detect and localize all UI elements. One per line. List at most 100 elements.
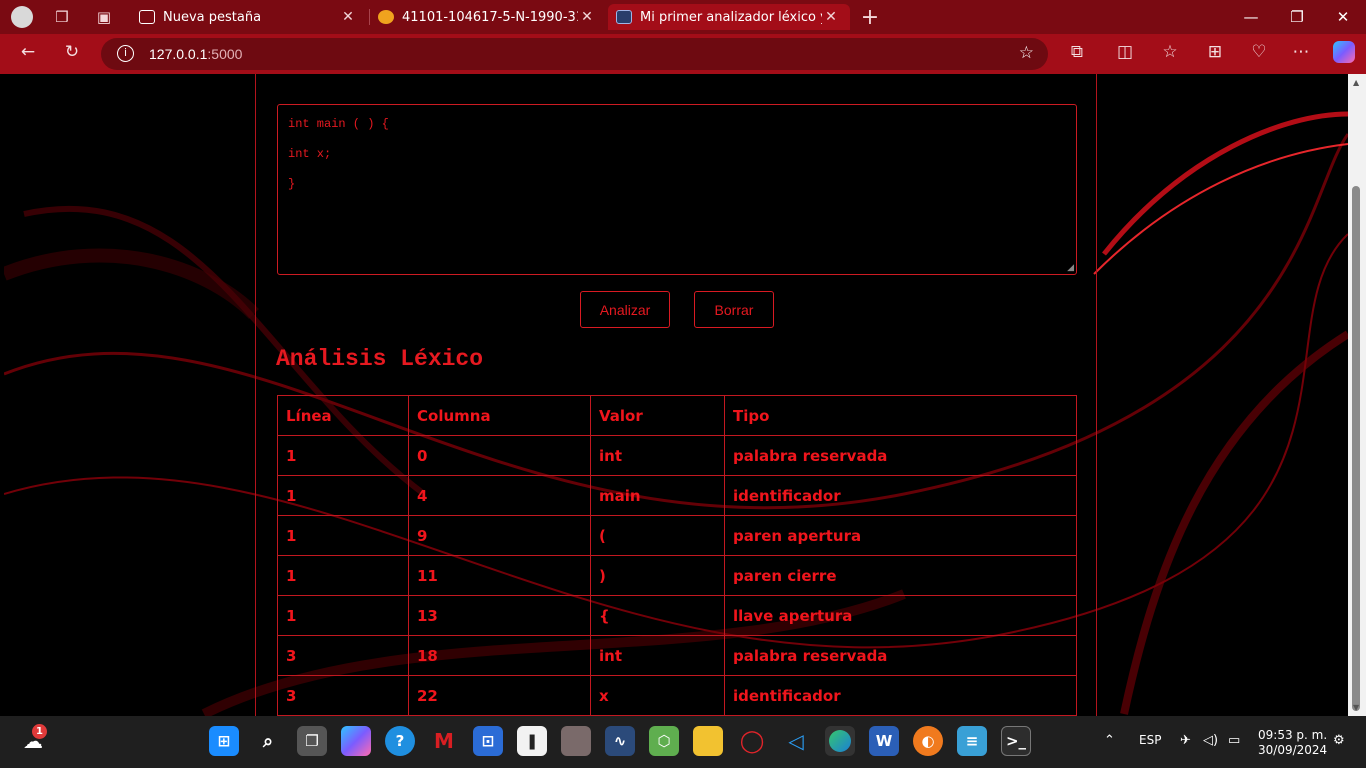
back-arrow-icon[interactable]: ← [13, 39, 43, 65]
tab-label: Nueva pestaña [163, 9, 262, 25]
close-tab-icon[interactable]: ✕ [339, 9, 357, 25]
show-hidden-icons-icon[interactable]: ⌃ [1104, 733, 1115, 748]
edge-icon[interactable] [825, 726, 855, 756]
cell-valor: x [590, 675, 725, 716]
clock-time: 09:53 p. m. [1258, 728, 1328, 742]
opera-icon[interactable]: ◯ [737, 726, 767, 756]
cell-columna: 0 [408, 435, 591, 476]
document-favicon-icon [378, 10, 394, 24]
site-info-icon[interactable]: i [117, 45, 134, 62]
cell-columna: 13 [408, 595, 591, 636]
cell-columna: 9 [408, 515, 591, 556]
table-row: 3 18 int palabra reservada [277, 635, 1077, 676]
header-tipo: Tipo [724, 395, 1077, 436]
minimize-icon[interactable]: — [1228, 0, 1274, 34]
cell-tipo: palabra reservada [724, 635, 1077, 676]
extensions-icon[interactable]: ⧉ [1062, 39, 1092, 65]
code-input-textarea[interactable]: int main ( ) { int x; } ◢ [277, 104, 1077, 275]
browser-essentials-icon[interactable]: ♡ [1244, 39, 1274, 65]
cell-columna: 22 [408, 675, 591, 716]
help-icon[interactable]: ? [385, 726, 415, 756]
cell-linea: 3 [277, 675, 409, 716]
favorite-star-icon[interactable]: ☆ [1019, 43, 1034, 63]
table-row: 1 9(paren apertura [277, 515, 1077, 556]
lexical-analysis-heading: Análisis Léxico [276, 346, 484, 372]
vertical-scrollbar[interactable]: ▲ ▼ [1348, 74, 1366, 716]
tab-pdf-document[interactable]: 41101-104617-5-N-1990-31452 ✕ [370, 4, 606, 30]
header-valor: Valor [590, 395, 725, 436]
clock[interactable]: 09:53 p. m. 30/09/2024 [1258, 728, 1327, 758]
battery-icon[interactable]: ▭ [1228, 733, 1240, 748]
store-icon[interactable]: ⊡ [473, 726, 503, 756]
code-line: } [288, 177, 296, 191]
analyze-button[interactable]: Analizar [580, 291, 670, 328]
tab-bar: ❒ ▣ Nueva pestaña ✕ 41101-104617-5-N-199… [0, 0, 1366, 34]
3d-app-icon[interactable]: ⬡ [649, 726, 679, 756]
tab-new-tab[interactable]: Nueva pestaña ✕ [131, 4, 367, 30]
workspaces-icon[interactable]: ❒ [48, 4, 76, 30]
close-tab-icon[interactable]: ✕ [578, 9, 596, 25]
page-viewport: int main ( ) { int x; } ◢ Analizar Borra… [4, 74, 1348, 716]
volume-icon[interactable]: ◁) [1203, 733, 1218, 748]
table-row: 1 4 main identificador [277, 475, 1077, 516]
weather-widget-icon[interactable]: ☁ 1 [18, 724, 48, 756]
weather-badge: 1 [32, 724, 47, 739]
airplane-mode-icon[interactable]: ✈ [1180, 733, 1191, 748]
restore-icon[interactable]: ❐ [1274, 0, 1320, 34]
mcafee-icon[interactable]: M [429, 726, 459, 756]
header-linea: Línea [277, 395, 409, 436]
cell-valor: ( [590, 515, 725, 556]
favorites-icon[interactable]: ☆ [1155, 39, 1185, 65]
tokens-table: Línea Columna Valor Tipo 1 0 int palabra re… [277, 395, 1077, 716]
code-line: int x; [288, 147, 332, 161]
collections-icon[interactable]: ⊞ [1200, 39, 1230, 65]
file-explorer-icon[interactable] [693, 726, 723, 756]
tab-label: 41101-104617-5-N-1990-31452 [402, 9, 578, 25]
scroll-down-icon[interactable]: ▼ [1353, 703, 1359, 712]
table-row: 1 13{llave apertura [277, 595, 1077, 636]
analyzer-panel: int main ( ) { int x; } ◢ Analizar Borra… [255, 74, 1097, 716]
wireshark-icon[interactable]: ∿ [605, 726, 635, 756]
notepad-icon[interactable]: ≡ [957, 726, 987, 756]
tab-actions-icon[interactable]: ▣ [90, 4, 118, 30]
new-tab-icon [139, 10, 155, 24]
clear-button[interactable]: Borrar [694, 291, 774, 328]
cell-valor: { [590, 595, 725, 636]
cell-columna: 18 [408, 635, 591, 676]
more-options-icon[interactable]: ⋯ [1286, 39, 1316, 65]
refresh-icon[interactable]: ↻ [57, 39, 87, 65]
photo-app-icon[interactable] [561, 726, 591, 756]
cell-tipo: identificador [724, 675, 1077, 716]
url-port: :5000 [207, 46, 243, 62]
cell-linea: 1 [277, 555, 409, 596]
tab-label: Mi primer analizador léxico y sint [640, 9, 822, 25]
url-text: 127.0.0.1:5000 [149, 46, 242, 62]
cell-columna: 4 [408, 475, 591, 516]
close-tab-icon[interactable]: ✕ [822, 9, 840, 25]
cell-valor: main [590, 475, 725, 516]
scrollbar-thumb[interactable] [1352, 186, 1360, 711]
crunchyroll-icon[interactable]: ◐ [913, 726, 943, 756]
cell-linea: 1 [277, 515, 409, 556]
word-icon[interactable]: W [869, 726, 899, 756]
resize-handle-icon[interactable]: ◢ [1067, 263, 1074, 273]
notes-app-icon[interactable]: ❚ [517, 726, 547, 756]
scroll-up-icon[interactable]: ▲ [1353, 78, 1359, 87]
start-windows-icon[interactable]: ⊞ [209, 726, 239, 756]
terminal-icon[interactable]: >_ [1001, 726, 1031, 756]
language-indicator[interactable]: ESP [1139, 733, 1161, 747]
profile-avatar-icon[interactable] [8, 4, 36, 30]
address-bar[interactable]: i 127.0.0.1:5000 ☆ [101, 38, 1048, 70]
tab-analizador[interactable]: Mi primer analizador léxico y sint ✕ [608, 4, 850, 30]
task-view-icon[interactable]: ❐ [297, 726, 327, 756]
copilot-icon[interactable] [1329, 39, 1359, 65]
terminal-favicon-icon [616, 10, 632, 24]
code-line: int main ( ) { [288, 117, 389, 131]
copilot-taskbar-icon[interactable] [341, 726, 371, 756]
split-screen-icon[interactable]: ◫ [1110, 39, 1140, 65]
notifications-icon[interactable]: ⚙ [1333, 733, 1345, 748]
close-window-icon[interactable]: ✕ [1320, 0, 1366, 34]
vscode-icon[interactable]: ◁ [781, 726, 811, 756]
search-icon[interactable]: ⌕ [253, 726, 283, 756]
new-tab-button[interactable]: + [856, 4, 884, 30]
